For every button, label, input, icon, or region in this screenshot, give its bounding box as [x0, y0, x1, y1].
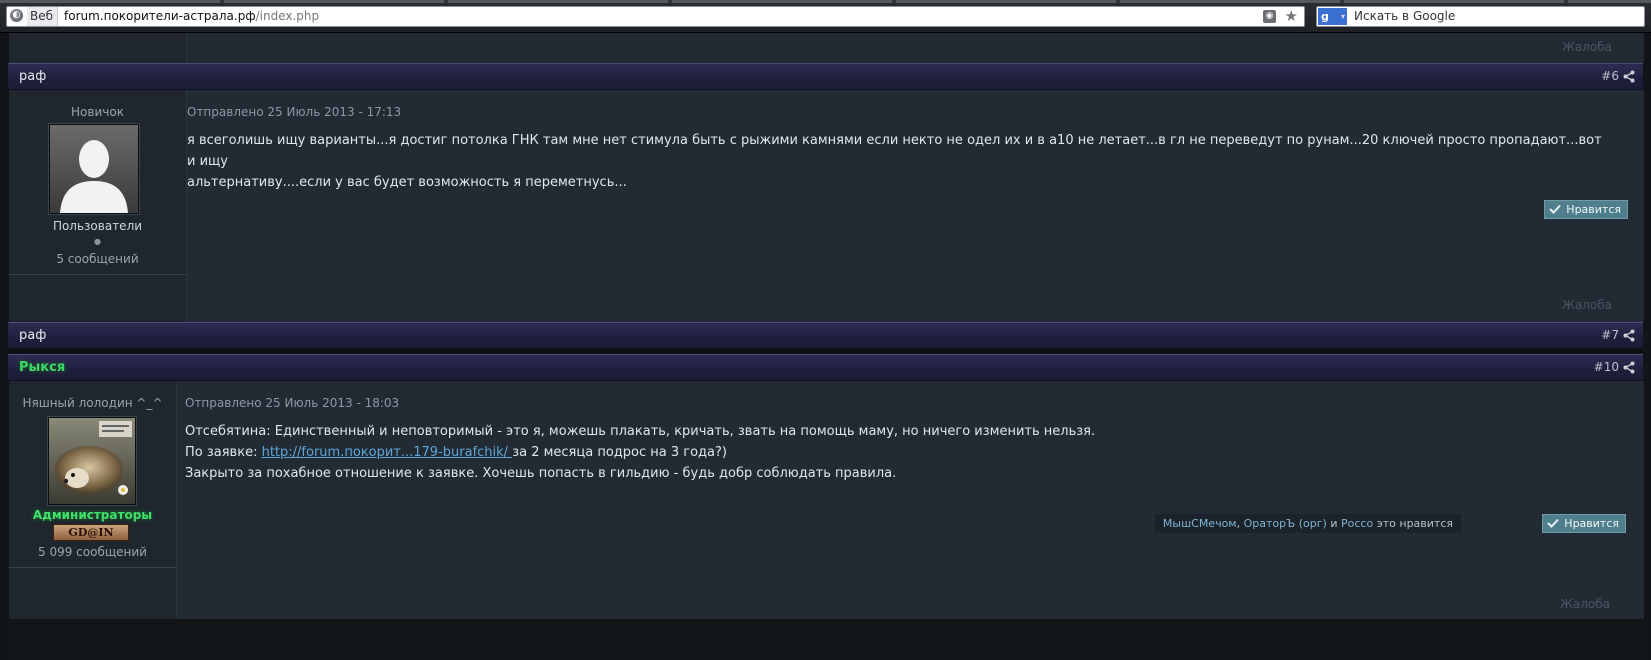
user-post-count: 5 099 сообщений: [38, 545, 147, 559]
post-10: Няшный лолодин ^_^ Администраторы GD@IN …: [8, 381, 1645, 619]
guild-badge: GD@IN: [53, 524, 129, 541]
like-label: Нравится: [1564, 517, 1619, 530]
post-text-line: я всеголишь ищу варианты...я достиг пото…: [187, 133, 1602, 169]
share-icon[interactable]: [1623, 70, 1635, 83]
report-link[interactable]: Жалоба: [1562, 298, 1612, 312]
likers-list: МышСМечом, ОраторЪ (орг) и Россо это нра…: [1154, 514, 1461, 533]
sidebar-divider: [9, 567, 176, 568]
avatar[interactable]: [48, 417, 136, 505]
post-body: Отсебятина: Единственный и неповторимый …: [185, 421, 1605, 484]
checkmark-icon: [1549, 204, 1562, 214]
like-button[interactable]: Нравится: [1542, 514, 1626, 533]
post-date: Отправлено 25 Июль 2013 - 17:13: [187, 105, 402, 119]
post-author[interactable]: Рыкся: [19, 355, 65, 380]
post-number[interactable]: #10: [1594, 355, 1619, 380]
url-host: forum.покорители-астрала.рф: [64, 9, 256, 23]
post-date: Отправлено 25 Июль 2013 - 18:03: [185, 396, 400, 410]
post-text-fragment: за 2 месяца подрос на 3 года?): [512, 445, 727, 460]
post-body: я всеголишь ищу варианты...я достиг пото…: [187, 130, 1607, 193]
liker-link[interactable]: МышСМечом: [1163, 517, 1237, 530]
forum-page: Жалоба раф #6 Новичок Пользователи ● 5 с…: [8, 33, 1645, 660]
report-link[interactable]: Жалоба: [1562, 40, 1612, 54]
url-path: /index.php: [255, 9, 320, 23]
address-bar[interactable]: ◐ Веб forum.покорители-астрала.рф/index.…: [6, 6, 1305, 27]
post-header: раф #6: [8, 63, 1643, 90]
bookmark-star-icon[interactable]: ★: [1285, 7, 1298, 26]
post-text-line: Закрыто за похабное отношение к заявке. …: [185, 466, 897, 481]
liker-link[interactable]: ОраторЪ (орг): [1244, 517, 1327, 530]
liker-link[interactable]: Россо: [1341, 517, 1373, 530]
like-label: Нравится: [1566, 203, 1621, 216]
post-number[interactable]: #6: [1601, 64, 1619, 89]
share-icon[interactable]: [1623, 361, 1635, 374]
protocol-label: Веб: [27, 7, 59, 26]
user-group: Администраторы: [32, 508, 153, 522]
post-sidebar: [9, 33, 187, 63]
browser-toolbar: ◐ Веб forum.покорители-астрала.рф/index.…: [0, 0, 1651, 33]
user-post-count: 5 сообщений: [56, 252, 139, 266]
post-author[interactable]: раф: [19, 323, 46, 348]
post-header: раф #7: [8, 322, 1643, 349]
post-author[interactable]: раф: [19, 64, 46, 89]
hedgehog-avatar-icon: [49, 418, 135, 504]
post-6: Новичок Пользователи ● 5 сообщений Отпра…: [8, 90, 1645, 322]
share-icon[interactable]: [1623, 329, 1635, 342]
report-link[interactable]: Жалоба: [1560, 597, 1610, 611]
likers-separator: ,: [1236, 517, 1244, 530]
default-avatar-icon: [50, 125, 138, 213]
search-placeholder: Искать в Google: [1354, 9, 1456, 23]
url-text[interactable]: forum.покорители-астрала.рф/index.php: [64, 7, 319, 26]
user-rank: Новичок: [71, 105, 124, 119]
checkmark-icon: [1547, 518, 1560, 528]
likers-suffix: это нравится: [1373, 517, 1453, 530]
user-group: Пользователи: [52, 219, 143, 233]
post-text-line: По заявке: http://forum.покорит...179-bu…: [185, 442, 1605, 463]
tab-strip: [0, 0, 1651, 3]
status-dot: ●: [94, 237, 101, 246]
previous-post-tail: Жалоба: [8, 33, 1645, 63]
post-text-line: Отсебятина: Единственный и неповторимый …: [185, 424, 1096, 439]
guild-badge-text: GD@IN: [68, 526, 114, 539]
post-header: Рыкся #10: [8, 354, 1643, 381]
like-button[interactable]: Нравится: [1544, 200, 1628, 219]
post-number[interactable]: #7: [1601, 323, 1619, 348]
page-bottom: [8, 619, 1643, 660]
rss-icon[interactable]: ◉: [1263, 10, 1276, 23]
avatar[interactable]: [49, 124, 139, 214]
post-text-line: альтернативу....если у вас будет возможн…: [187, 175, 627, 190]
sidebar-divider: [9, 274, 186, 275]
google-g-icon[interactable]: g: [1318, 8, 1347, 25]
user-rank: Няшный лолодин ^_^: [22, 396, 163, 410]
globe-icon: ◐: [10, 9, 23, 22]
application-link[interactable]: http://forum.покорит...179-burafchik/: [262, 445, 513, 460]
likers-separator: и: [1326, 517, 1341, 530]
post-text-fragment: По заявке:: [185, 445, 262, 460]
search-box[interactable]: g Искать в Google: [1316, 6, 1645, 27]
